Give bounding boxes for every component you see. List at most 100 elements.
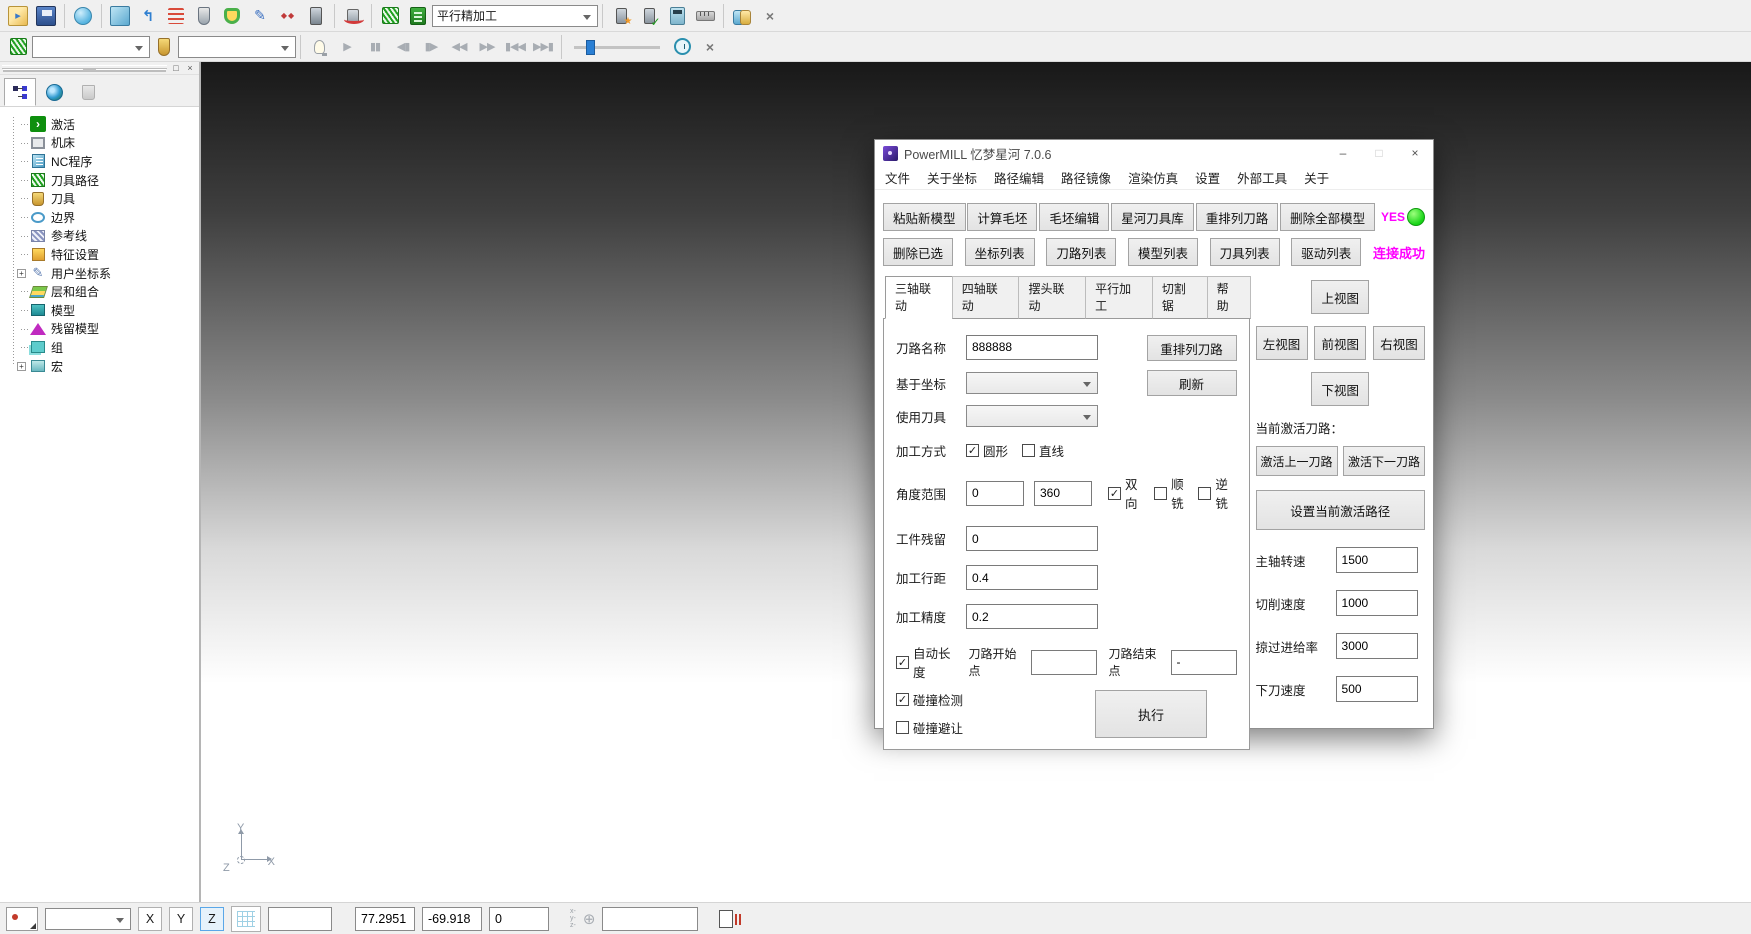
minimize-button[interactable]: – <box>1325 140 1361 166</box>
stepover-input[interactable] <box>966 565 1098 590</box>
rewind-button[interactable]: ◀◀ <box>446 34 472 60</box>
tool-list-button[interactable]: 刀具列表 <box>1210 238 1280 266</box>
toolpath-name-input[interactable] <box>966 335 1098 360</box>
coordinate-list-button[interactable]: 坐标列表 <box>965 238 1035 266</box>
leads-and-links-button[interactable] <box>729 3 755 29</box>
skim-feed-input[interactable] <box>1336 633 1418 659</box>
block-button[interactable] <box>70 3 96 29</box>
measure-button[interactable] <box>692 3 718 29</box>
simulation-check-button[interactable] <box>636 3 662 29</box>
close-toolbar-button[interactable] <box>757 3 783 29</box>
rearrange-button[interactable]: 重排列刀路 <box>1147 335 1237 361</box>
tree-item-models[interactable]: 模型 <box>8 301 199 320</box>
tree-item-macros[interactable]: 宏 <box>8 357 199 376</box>
end-point-input[interactable] <box>1171 650 1237 675</box>
collision-check-button[interactable] <box>340 3 366 29</box>
tree-item-levels-sets[interactable]: 层和组合 <box>8 282 199 301</box>
conventional-checkbox[interactable]: 逆铣 <box>1198 474 1236 512</box>
tab-4axis[interactable]: 四轴联动 <box>952 276 1020 319</box>
view-left-button[interactable]: 左视图 <box>1256 326 1308 360</box>
auto-length-checkbox[interactable]: 自动长度 <box>896 643 959 681</box>
expand-icon[interactable] <box>17 362 26 371</box>
tree-item-patterns[interactable]: 参考线 <box>8 227 199 246</box>
sim-tool-select[interactable] <box>178 36 296 58</box>
menu-path-edit[interactable]: 路径编辑 <box>994 168 1044 187</box>
points-button[interactable] <box>275 3 301 29</box>
view-right-button[interactable]: 右视图 <box>1373 326 1425 360</box>
clock-button[interactable] <box>669 34 695 60</box>
dialog-titlebar[interactable]: PowerMILL 忆梦星河 7.0.6 – □ × <box>875 140 1433 166</box>
close-pane-button[interactable]: × <box>183 62 197 74</box>
toolpath-button[interactable] <box>377 3 403 29</box>
statusbar-blank-field-2[interactable] <box>602 907 698 931</box>
expand-icon[interactable] <box>17 269 26 278</box>
strategy-list-button[interactable] <box>405 3 431 29</box>
step-forward-button[interactable]: ▮▶ <box>418 34 444 60</box>
delete-all-models-button[interactable]: 删除全部模型 <box>1280 203 1375 231</box>
menu-external-tools[interactable]: 外部工具 <box>1237 168 1287 187</box>
menu-path-mirror[interactable]: 路径镜像 <box>1061 168 1111 187</box>
tree-item-tools[interactable]: 刀具 <box>8 189 199 208</box>
coordinate-x-field[interactable] <box>355 907 415 931</box>
menu-coordinates[interactable]: 关于坐标 <box>927 168 977 187</box>
tree-item-machine[interactable]: 机床 <box>8 134 199 153</box>
tree-item-activate[interactable]: 激活 <box>8 115 199 134</box>
tree-item-toolpaths[interactable]: 刀具路径 <box>8 171 199 190</box>
view-top-button[interactable]: 上视图 <box>1311 280 1369 314</box>
activate-next-toolpath-button[interactable]: 激活下一刀路 <box>1343 446 1425 476</box>
nc-program-button[interactable] <box>163 3 189 29</box>
tab-parallel[interactable]: 平行加工 <box>1085 276 1153 319</box>
base-coordinate-select[interactable] <box>966 372 1098 394</box>
execute-button[interactable]: 执行 <box>1095 690 1207 738</box>
view-front-button[interactable]: 前视图 <box>1314 326 1366 360</box>
delete-selected-button[interactable]: 删除已选 <box>883 238 953 266</box>
grid-toggle-button[interactable] <box>231 906 261 932</box>
model-button[interactable] <box>107 3 133 29</box>
rapid-move-button[interactable] <box>135 3 161 29</box>
use-tool-select[interactable] <box>966 405 1098 427</box>
tab-explorer-tree[interactable] <box>4 78 36 106</box>
save-project-button[interactable] <box>33 3 59 29</box>
maximize-button[interactable]: □ <box>1361 140 1397 166</box>
activate-prev-toolpath-button[interactable]: 激活上一刀路 <box>1256 446 1338 476</box>
cursor-mode-button[interactable] <box>6 907 38 931</box>
angle-to-input[interactable] <box>1034 481 1092 506</box>
drive-list-button[interactable]: 驱动列表 <box>1291 238 1361 266</box>
go-to-end-button[interactable]: ▶▶▮ <box>530 34 556 60</box>
checkbox-icon[interactable] <box>896 656 909 669</box>
paste-new-model-button[interactable]: 粘贴新模型 <box>883 203 966 231</box>
tool-library-button[interactable]: 星河刀具库 <box>1111 203 1194 231</box>
tab-web-globe[interactable] <box>38 78 70 106</box>
refresh-button[interactable]: 刷新 <box>1147 370 1237 396</box>
axis-y-button[interactable]: Y <box>169 907 193 931</box>
tree-item-boundaries[interactable]: 边界 <box>8 208 199 227</box>
tab-saw[interactable]: 切割锯 <box>1152 276 1208 319</box>
collision-check-checkbox[interactable]: 碰撞检测 <box>896 690 963 709</box>
play-button[interactable]: ▶ <box>334 34 360 60</box>
tool-holder-button[interactable] <box>303 3 329 29</box>
pause-button[interactable]: ▮▮ <box>362 34 388 60</box>
checkbox-icon[interactable] <box>896 693 909 706</box>
line-checkbox[interactable]: 直线 <box>1022 441 1064 460</box>
step-back-button[interactable]: ◀▮ <box>390 34 416 60</box>
toolpath-verify-button[interactable] <box>608 3 634 29</box>
page-info-icon[interactable] <box>719 910 733 928</box>
fast-forward-button[interactable]: ▶▶ <box>474 34 500 60</box>
angle-from-input[interactable] <box>966 481 1024 506</box>
axis-z-button[interactable]: Z <box>200 907 224 931</box>
bidirectional-checkbox[interactable]: 双向 <box>1108 474 1146 512</box>
coordinate-y-field[interactable] <box>422 907 482 931</box>
tree-item-stock-models[interactable]: 残留模型 <box>8 320 199 339</box>
tab-help[interactable]: 帮助 <box>1207 276 1251 319</box>
checkbox-icon[interactable] <box>896 721 909 734</box>
start-point-input[interactable] <box>1031 650 1097 675</box>
boundary-button[interactable] <box>219 3 245 29</box>
statusbar-select[interactable] <box>45 908 131 930</box>
circle-checkbox[interactable]: 圆形 <box>966 441 1008 460</box>
axis-x-button[interactable]: X <box>138 907 162 931</box>
tree-item-workplanes[interactable]: 用户坐标系 <box>8 264 199 283</box>
sim-tool-button[interactable] <box>151 34 177 60</box>
menu-settings[interactable]: 设置 <box>1195 168 1220 187</box>
tolerance-input[interactable] <box>966 604 1098 629</box>
lightbulb-button[interactable] <box>306 34 332 60</box>
